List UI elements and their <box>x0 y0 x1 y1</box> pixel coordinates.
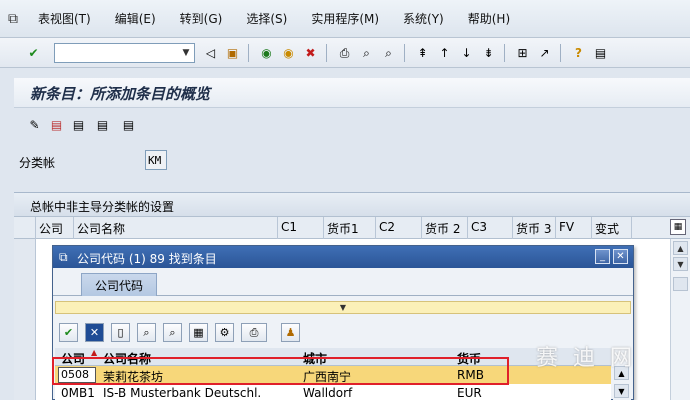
new-document-icon[interactable]: ▯ <box>111 323 130 342</box>
enter-icon[interactable]: ✔ <box>25 44 42 61</box>
shortcut-icon[interactable]: ↗ <box>536 44 553 61</box>
new-session-icon[interactable]: ⊞ <box>514 44 531 61</box>
ledger-field[interactable]: KM <box>145 150 167 170</box>
menu-bar: ⧉ 表视图(T) 编辑(E) 转到(G) 选择(S) 实用程序(M) 系统(Y)… <box>0 0 690 38</box>
chevron-down-icon[interactable]: ▼ <box>179 45 193 61</box>
city-cell: Walldorf <box>303 386 353 400</box>
toolbar-separator <box>248 44 249 62</box>
print-icon[interactable]: ⎙ <box>241 323 267 342</box>
close-icon[interactable]: ✕ <box>613 249 628 264</box>
row-selector-header[interactable] <box>14 217 36 239</box>
dialog-title: 公司代码 (1) 89 找到条目 <box>77 252 217 266</box>
column-company-name[interactable]: 公司名称 <box>74 217 278 239</box>
menu-help[interactable]: 帮助(H) <box>456 10 522 27</box>
menu-utilities[interactable]: 实用程序(M) <box>299 10 391 27</box>
standard-toolbar: ✔ ▼ ◁ ▣ ◉ ◉ ✖ ⎙ ⌕ ⌕ ⇞ ↑ ↓ ⇟ ⊞ ↗ ? ▤ <box>0 38 690 68</box>
toolbar-separator <box>326 44 327 62</box>
table-settings-icon[interactable]: ▦ <box>670 219 686 235</box>
menu-system[interactable]: 系统(Y) <box>391 10 456 27</box>
back-arrow-icon[interactable]: ◁ <box>202 44 219 61</box>
triangle-down-icon: ▼ <box>339 303 347 312</box>
display-change-icon[interactable]: ✎ <box>26 116 43 133</box>
settings-icon[interactable]: ⚙ <box>215 323 234 342</box>
table-title-bar: 总帐中非主导分类帐的设置 <box>14 193 690 217</box>
select-block-icon[interactable]: ▤ <box>94 116 111 133</box>
next-page-icon[interactable]: ↓ <box>458 44 475 61</box>
menu-goto[interactable]: 转到(G) <box>168 10 235 27</box>
company-code-cell: 0MB1 <box>61 386 95 400</box>
watermark: 赛 迪 网 <box>536 346 636 371</box>
cancel-icon[interactable]: ✕ <box>85 323 104 342</box>
system-menu-icon[interactable]: ⧉ <box>0 0 26 38</box>
table-title: 总帐中非主导分类帐的设置 <box>30 200 175 214</box>
find-next-icon[interactable]: ⌕ <box>380 44 397 61</box>
customize-icon[interactable]: ▤ <box>592 44 609 61</box>
help-icon[interactable]: ? <box>570 44 587 61</box>
last-page-icon[interactable]: ⇟ <box>480 44 497 61</box>
deselect-all-icon[interactable]: ▤ <box>120 116 137 133</box>
company-name-cell: IS-B Musterbank Deutschl. <box>103 386 262 400</box>
scroll-up-icon[interactable]: ▲ <box>673 241 688 255</box>
scroll-down-icon[interactable]: ▼ <box>614 384 629 398</box>
prev-page-icon[interactable]: ↑ <box>436 44 453 61</box>
column-currency-1[interactable]: 货币1 <box>324 217 376 239</box>
menu-select[interactable]: 选择(S) <box>234 10 299 27</box>
screen-title-bar: 新条目：所添加条目的概览 <box>14 78 690 108</box>
tab-company-code[interactable]: 公司代码 <box>81 273 157 296</box>
menu-table-view[interactable]: 表视图(T) <box>26 10 103 27</box>
column-variant[interactable]: 变式 <box>592 217 632 239</box>
dialog-tabstrip: 公司代码 <box>53 268 633 296</box>
print-icon[interactable]: ⎙ <box>336 44 353 61</box>
personal-list-icon[interactable]: ♟ <box>281 323 300 342</box>
select-all-icon[interactable]: ▤ <box>70 116 87 133</box>
column-c3[interactable]: C3 <box>468 217 513 239</box>
delete-row-icon[interactable]: ▤ <box>48 116 65 133</box>
back-icon[interactable]: ◉ <box>258 44 275 61</box>
command-field[interactable]: ▼ <box>54 43 195 63</box>
column-currency-2[interactable]: 货币 2 <box>422 217 468 239</box>
find-icon[interactable]: ⌕ <box>137 323 156 342</box>
find-next-icon[interactable]: ⌕ <box>163 323 182 342</box>
menu-edit[interactable]: 编辑(E) <box>103 10 168 27</box>
save-icon[interactable]: ▣ <box>224 44 241 61</box>
application-toolbar: ✎ ▤ ▤ ▤ ▤ <box>14 110 690 140</box>
column-c2[interactable]: C2 <box>376 217 422 239</box>
column-fv[interactable]: FV <box>556 217 592 239</box>
minimize-icon[interactable]: _ <box>595 249 610 264</box>
filter-icon[interactable]: ▦ <box>189 323 208 342</box>
column-currency-3[interactable]: 货币 3 <box>513 217 556 239</box>
column-c1[interactable]: C1 <box>278 217 324 239</box>
scroll-thumb[interactable] <box>673 277 688 291</box>
result-row[interactable]: 0MB1 IS-B Musterbank Deutschl. Walldorf … <box>55 384 611 400</box>
page-title: 新条目：所添加条目的概览 <box>30 85 211 103</box>
cancel-icon[interactable]: ✖ <box>302 44 319 61</box>
toolbar-separator <box>504 44 505 62</box>
table-scrollbar[interactable]: ▲ ▼ <box>670 239 690 400</box>
currency-cell: EUR <box>457 386 482 400</box>
highlight-annotation <box>52 357 509 385</box>
first-page-icon[interactable]: ⇞ <box>414 44 431 61</box>
confirm-icon[interactable]: ✔ <box>59 323 78 342</box>
column-company[interactable]: 公司 <box>36 217 74 239</box>
window-icon: ⧉ <box>59 250 68 264</box>
collapse-criteria-bar[interactable]: ▼ <box>55 301 631 314</box>
row-selector-column <box>14 239 36 400</box>
exit-icon[interactable]: ◉ <box>280 44 297 61</box>
toolbar-separator <box>404 44 405 62</box>
ledger-label: 分类帐 <box>19 156 56 170</box>
find-icon[interactable]: ⌕ <box>358 44 375 61</box>
dialog-title-bar: ⧉ 公司代码 (1) 89 找到条目 _ ✕ <box>53 246 633 268</box>
table-header: 公司 公司名称 C1 货币1 C2 货币 2 C3 货币 3 FV 变式 <box>14 217 690 239</box>
scroll-down-icon[interactable]: ▼ <box>673 257 688 271</box>
sort-ascending-icon: ▲ <box>91 348 98 357</box>
toolbar-separator <box>560 44 561 62</box>
